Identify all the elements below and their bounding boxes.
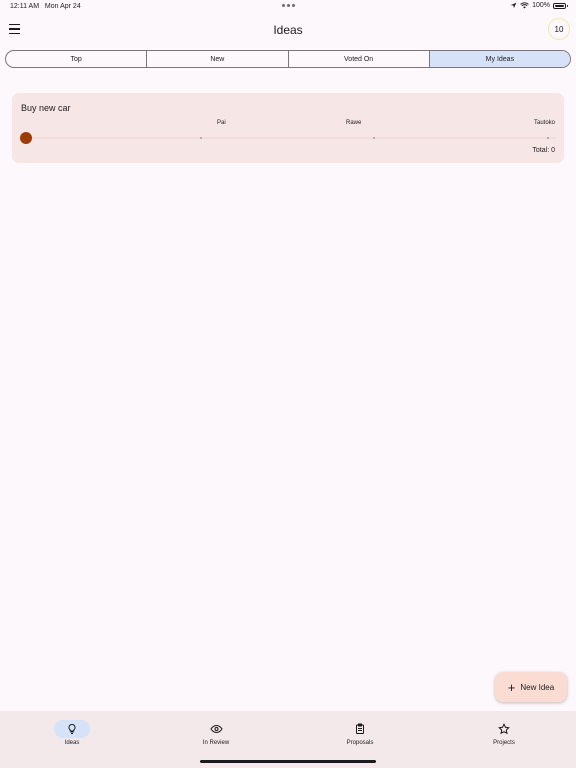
idea-title: Buy new car (21, 103, 71, 113)
nav-label-proposals: Proposals (346, 740, 374, 746)
vote-label-rawe: Rawe (346, 120, 362, 126)
clipboard-icon (342, 720, 378, 738)
new-idea-label: New Idea (520, 682, 555, 692)
idea-card[interactable]: Buy new car Pai Rawe Tautoko Total: 0 (12, 93, 564, 163)
vote-slider-thumb[interactable] (20, 132, 32, 144)
status-time-date: 12:11 AM Mon Apr 24 (10, 3, 81, 10)
tab-my-ideas[interactable]: My Ideas (429, 51, 570, 67)
nav-label-in-review: In Review (202, 740, 230, 746)
idea-filter-tabs: Top New Voted On My Ideas (5, 50, 571, 68)
page-title: Ideas (273, 23, 303, 37)
vote-label-pai: Pai (217, 120, 226, 126)
tab-voted-on[interactable]: Voted On (289, 51, 430, 67)
vote-total: Total: 0 (532, 147, 555, 154)
eye-icon (198, 720, 234, 738)
new-idea-button[interactable]: + New Idea (495, 672, 567, 702)
location-icon (510, 2, 517, 9)
vote-tick (547, 136, 549, 139)
multitask-dots-icon[interactable] (282, 4, 295, 7)
plus-icon: + (507, 679, 516, 695)
nav-label-ideas: Ideas (64, 740, 80, 746)
wifi-icon (520, 2, 529, 9)
status-time: 12:11 AM (10, 3, 40, 10)
star-icon (486, 720, 522, 738)
status-date: Mon Apr 24 (44, 3, 81, 10)
vote-tick (200, 136, 202, 139)
lightbulb-icon (54, 720, 90, 738)
nav-label-projects: Projects (493, 740, 515, 746)
home-indicator (200, 760, 376, 763)
nav-item-ideas[interactable]: Ideas (0, 711, 144, 768)
vote-scale-labels: Pai Rawe Tautoko (12, 120, 564, 130)
vote-tick (373, 136, 375, 139)
status-bar: 12:11 AM Mon Apr 24 100% (0, 0, 576, 14)
counter-badge[interactable]: 10 (548, 18, 570, 40)
tab-top[interactable]: Top (6, 51, 148, 67)
nav-item-projects[interactable]: Projects (432, 711, 576, 768)
app-bar: Ideas 10 (0, 14, 576, 46)
battery-icon (553, 2, 568, 9)
vote-slider-track[interactable] (26, 136, 556, 139)
battery-percent: 100% (532, 2, 550, 9)
status-indicators: 100% (510, 2, 568, 9)
tab-new[interactable]: New (147, 51, 289, 67)
vote-label-tautoko: Tautoko (533, 120, 555, 126)
